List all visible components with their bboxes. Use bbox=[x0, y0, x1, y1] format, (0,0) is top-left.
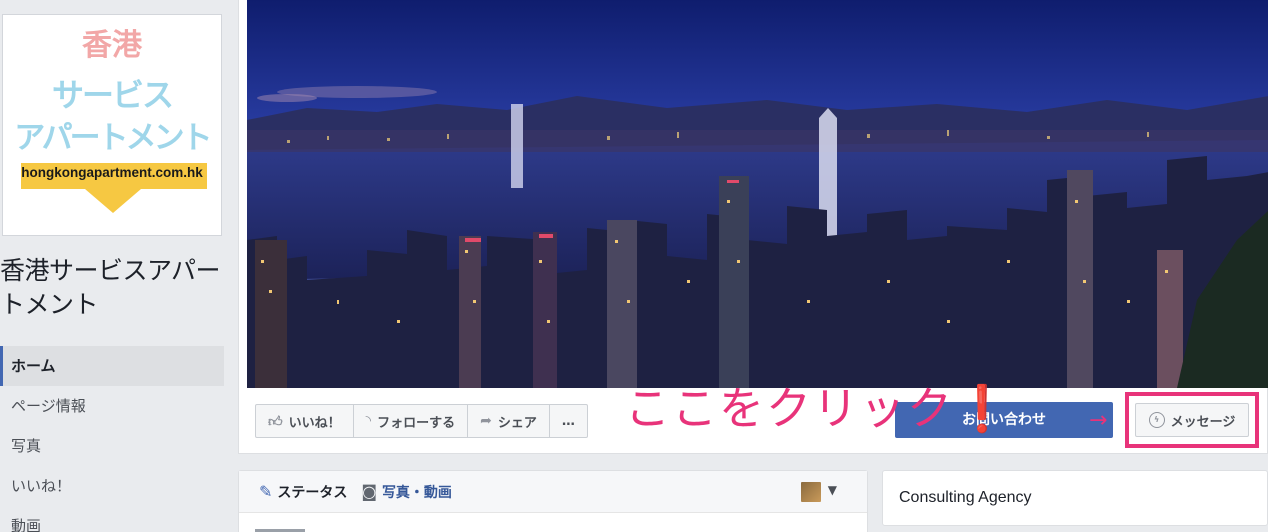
sidebar-item-home[interactable]: ホーム bbox=[0, 346, 224, 386]
like-button[interactable]: 👍︎ いいね！ bbox=[256, 405, 354, 437]
camera-icon: ◙ bbox=[361, 482, 377, 501]
logo-line-1: 香港 bbox=[82, 28, 142, 63]
cover-photo[interactable] bbox=[247, 0, 1268, 388]
page-info-card: Consulting Agency bbox=[882, 470, 1268, 526]
post-composer: ✎ ステータス ◙ 写真・動画 ▼ bbox=[238, 470, 868, 532]
annotation-arrow: → bbox=[1089, 408, 1108, 433]
message-label: メッセージ bbox=[1170, 414, 1236, 430]
share-arrow-icon: ➦ bbox=[480, 413, 492, 429]
tab-status[interactable]: ✎ ステータス bbox=[259, 482, 347, 502]
more-button[interactable]: … bbox=[550, 405, 587, 437]
page-header-card: 👍︎ いいね！ ◝ フォローする ➦ シェア … お問い合わせ ここをクリック❗… bbox=[238, 0, 1268, 454]
share-button[interactable]: ➦ シェア bbox=[468, 405, 550, 437]
tab-status-label: ステータス bbox=[277, 484, 348, 501]
follow-button[interactable]: ◝ フォローする bbox=[354, 405, 469, 437]
message-button[interactable]: ϟ メッセージ bbox=[1135, 403, 1249, 437]
logo-ribbon-tail bbox=[85, 189, 141, 213]
tab-photo-video[interactable]: ◙ 写真・動画 bbox=[361, 482, 452, 502]
messenger-icon: ϟ bbox=[1148, 412, 1165, 428]
page-category[interactable]: Consulting Agency bbox=[899, 489, 1032, 507]
avatar[interactable] bbox=[801, 482, 821, 502]
sidebar-item-videos[interactable]: 動画 bbox=[0, 506, 224, 532]
thumbs-up-icon: 👍︎ bbox=[268, 413, 283, 430]
page-action-buttons: 👍︎ いいね！ ◝ フォローする ➦ シェア … bbox=[255, 404, 588, 438]
page-title[interactable]: 香港サービスアパートメント bbox=[0, 254, 232, 322]
logo-line-3: アパートメント bbox=[14, 120, 212, 156]
side-nav: ホーム ページ情報 写真 いいね！ 動画 bbox=[0, 346, 224, 532]
tab-photo-video-label: 写真・動画 bbox=[381, 484, 452, 501]
sidebar-item-photos[interactable]: 写真 bbox=[0, 426, 224, 466]
more-label: … bbox=[561, 413, 575, 429]
composer-tabs: ✎ ステータス ◙ 写真・動画 bbox=[239, 471, 867, 513]
sidebar-item-likes[interactable]: いいね！ bbox=[0, 466, 224, 506]
rss-icon: ◝ bbox=[365, 413, 372, 429]
share-label: シェア bbox=[497, 415, 537, 431]
click-here-annotation: ここをクリック❗ bbox=[625, 382, 1013, 435]
chevron-down-icon[interactable]: ▼ bbox=[828, 483, 837, 497]
like-label: いいね！ bbox=[288, 415, 341, 431]
sidebar-item-about[interactable]: ページ情報 bbox=[0, 386, 224, 426]
follow-label: フォローする bbox=[377, 415, 456, 431]
pencil-icon: ✎ bbox=[259, 482, 273, 501]
logo-url: hongkongapartment.com.hk bbox=[21, 165, 203, 180]
profile-logo[interactable]: 香港 サービス アパートメント hongkongapartment.com.hk bbox=[2, 14, 222, 236]
logo-line-2: サービス bbox=[51, 76, 174, 114]
cover-skyline-illustration bbox=[247, 86, 1268, 388]
